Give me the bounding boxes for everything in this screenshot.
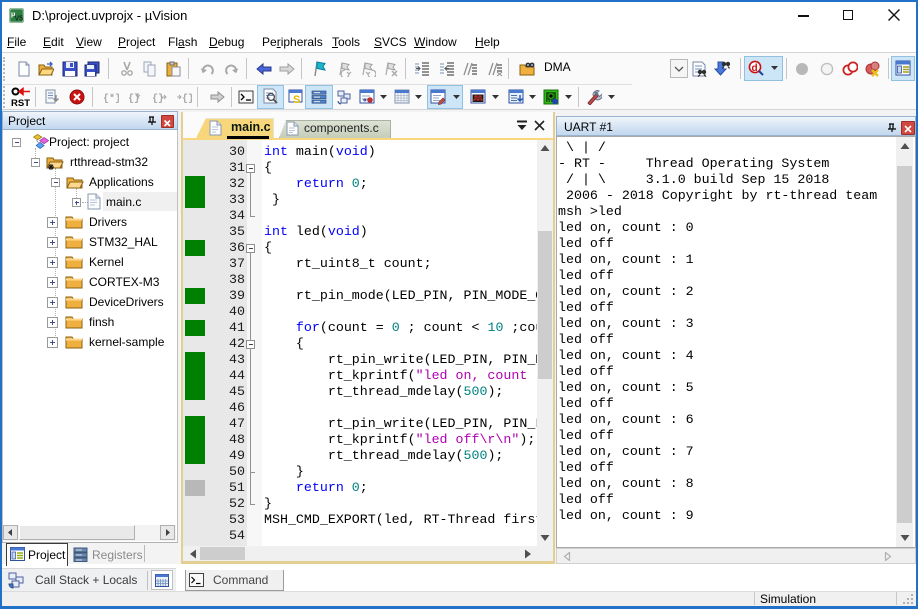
svg-text:{}: {} (152, 93, 164, 105)
svg-text:S: S (293, 94, 300, 105)
svg-text:V5: V5 (15, 16, 24, 23)
svg-text:d: d (752, 63, 758, 74)
svg-text:RST: RST (11, 98, 30, 107)
svg-text:{*}: {*} (103, 93, 119, 105)
svg-text:{}: {} (182, 93, 192, 105)
